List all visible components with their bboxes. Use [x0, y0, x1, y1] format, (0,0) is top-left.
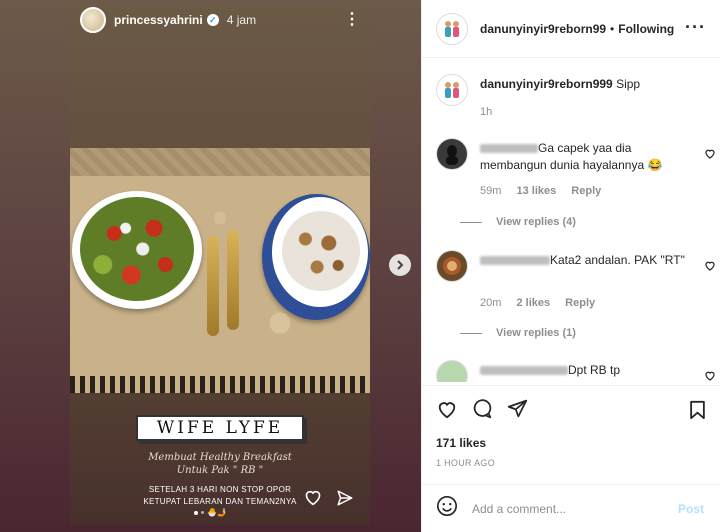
- comment-likes[interactable]: 2 likes: [516, 297, 550, 309]
- bookmark-icon[interactable]: [689, 400, 706, 425]
- emoji-icon[interactable]: [436, 495, 458, 522]
- story-avatar[interactable]: [80, 7, 106, 33]
- comment-meta: 20m 2 likes Reply: [480, 297, 607, 309]
- post-button[interactable]: Post: [678, 502, 704, 516]
- heart-icon[interactable]: [436, 399, 458, 424]
- comment-text: Ga capek yaa dia membangun dunia hayalan…: [480, 141, 663, 172]
- avatar[interactable]: [436, 250, 468, 282]
- more-options-icon[interactable]: ···: [685, 18, 706, 36]
- story-caption: Membuat Healthy Breakfast Untuk Pak " RB…: [148, 452, 292, 476]
- chevron-right-icon: [397, 260, 404, 270]
- carousel-dot: [201, 511, 204, 514]
- story-username[interactable]: princessyahrini: [114, 13, 203, 27]
- story-send-icon[interactable]: [336, 489, 354, 512]
- food-photo: [70, 148, 370, 393]
- spoon: [227, 230, 239, 330]
- story-time: 4 jam: [226, 13, 257, 27]
- likes-count[interactable]: 171 likes: [436, 436, 706, 450]
- carousel-dots: 🐣🤳: [194, 508, 227, 517]
- blurred-username: [480, 256, 550, 266]
- avatar[interactable]: [436, 138, 468, 170]
- comment-time: 20m: [480, 297, 502, 309]
- emoji-stickers: 🐣🤳: [207, 508, 227, 517]
- comment-text: Kata2 andalan. PAK "RT": [480, 252, 690, 269]
- post-username[interactable]: danunyinyir9reborn99: [480, 22, 606, 36]
- avatar[interactable]: [436, 12, 468, 45]
- heart-icon[interactable]: [704, 368, 716, 382]
- post-panel: danunyinyir9reborn99 • Following ··· dan…: [421, 0, 720, 532]
- story-banner: WIFE LYFE: [136, 415, 304, 441]
- cereal: [282, 211, 360, 291]
- heart-icon[interactable]: [704, 146, 716, 164]
- comment-icon[interactable]: [472, 398, 493, 424]
- view-replies-button[interactable]: View replies (1): [496, 327, 576, 339]
- comment-text: Dpt RB tp: [480, 362, 690, 379]
- comment-input[interactable]: [472, 501, 662, 516]
- following-button[interactable]: Following: [618, 22, 674, 36]
- caption-time: 1h: [480, 106, 493, 118]
- carousel-dot-active: [194, 510, 198, 515]
- story-more-icon[interactable]: ⋮: [344, 12, 360, 28]
- action-bar: 171 likes 1 HOUR AGO: [422, 385, 720, 485]
- avatar[interactable]: [436, 360, 468, 382]
- story-image: princessyahrini ✓ 4 jam ⋮ WIFE LYFE Memb…: [70, 5, 370, 525]
- caption-username[interactable]: danunyinyir9reborn999: [480, 77, 613, 91]
- cereal-bowl: [262, 194, 370, 320]
- story-heart-icon[interactable]: [303, 488, 323, 511]
- story-note: SETELAH 3 HARI NON STOP OPOR KETUPAT LEB…: [143, 485, 297, 506]
- send-icon[interactable]: [507, 398, 528, 424]
- reply-button[interactable]: Reply: [571, 185, 601, 197]
- comment-time: 59m: [480, 185, 502, 197]
- view-replies-button[interactable]: View replies (4): [496, 216, 576, 228]
- salad-bowl: [72, 191, 202, 309]
- fork: [207, 236, 219, 336]
- comments-list: danunyinyir9reborn999 Sipp 1h Ga capek y…: [422, 58, 720, 382]
- heart-icon[interactable]: [704, 258, 716, 276]
- blurred-username: [480, 144, 538, 154]
- verified-badge-icon: ✓: [206, 14, 219, 26]
- blurred-username: [480, 366, 568, 376]
- comment-meta: 59m 13 likes Reply: [480, 185, 613, 197]
- avatar[interactable]: [436, 74, 468, 106]
- caption-body: Sipp: [616, 77, 641, 91]
- separator-dot: •: [610, 21, 615, 36]
- next-button[interactable]: [389, 254, 411, 276]
- salad: [80, 197, 194, 301]
- caption-text: danunyinyir9reborn999 Sipp: [480, 76, 710, 93]
- post-timestamp: 1 HOUR AGO: [436, 458, 496, 468]
- caption-meta: 1h: [480, 106, 504, 118]
- post-header: danunyinyir9reborn99 • Following ···: [422, 0, 720, 58]
- cereal-bowl-inner: [272, 197, 368, 307]
- add-comment-bar: Post: [422, 484, 720, 532]
- comment-likes[interactable]: 13 likes: [516, 185, 556, 197]
- story-header: princessyahrini ✓ 4 jam: [70, 5, 370, 35]
- media-panel: princessyahrini ✓ 4 jam ⋮ WIFE LYFE Memb…: [0, 0, 421, 532]
- table-edge: [70, 376, 370, 393]
- reply-button[interactable]: Reply: [565, 297, 595, 309]
